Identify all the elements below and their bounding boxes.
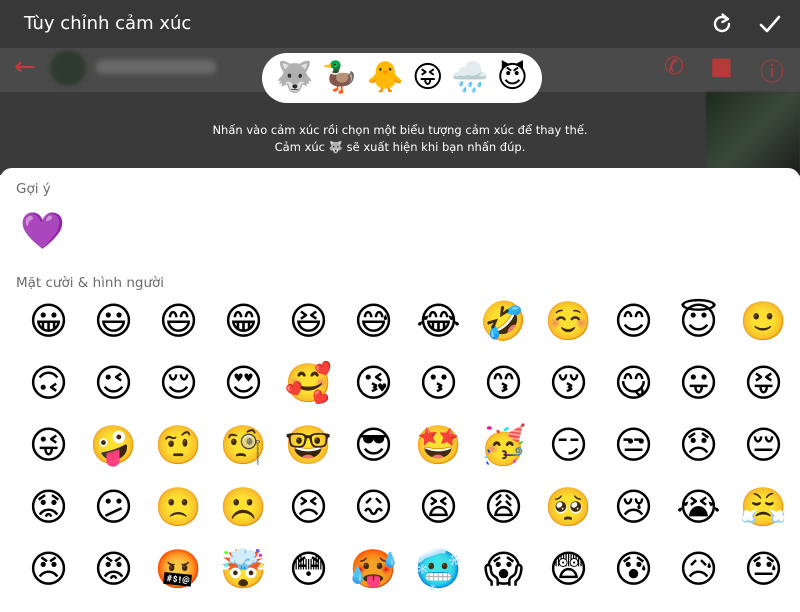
emoji-cell[interactable]: 😂 xyxy=(406,302,471,364)
emoji-cell[interactable]: 😓 xyxy=(731,550,796,612)
emoji-row: 😟 😕 🙁 ☹️ 😣 😖 😫 😩 🥺 😢 😭 😤 xyxy=(16,488,796,550)
emoji-cell[interactable]: 😩 xyxy=(471,488,536,550)
emoji-cell[interactable]: 😖 xyxy=(341,488,406,550)
contact-name-blurred xyxy=(96,60,216,74)
emoji-cell[interactable]: 😳 xyxy=(276,550,341,612)
emoji-cell[interactable]: 🙂 xyxy=(731,302,796,364)
emoji-cell[interactable]: 😏 xyxy=(536,426,601,488)
emoji-cell[interactable]: 😛 xyxy=(666,364,731,426)
emoji-cell[interactable]: 😌 xyxy=(146,364,211,426)
emoji-cell[interactable]: 😎 xyxy=(341,426,406,488)
emoji-cell[interactable]: 😜 xyxy=(16,426,81,488)
emoji-cell[interactable]: 😣 xyxy=(276,488,341,550)
emoji-cell[interactable]: 🤪 xyxy=(81,426,146,488)
emoji-row: 🙃 😉 😌 😍 🥰 😘 😗 😙 😚 😋 😛 😝 xyxy=(16,364,796,426)
emoji-cell[interactable]: 😇 xyxy=(666,302,731,364)
emoji-row: 😜 🤪 🤨 🧐 🤓 😎 🤩 🥳 😏 😒 😞 😔 xyxy=(16,426,796,488)
confirm-button[interactable] xyxy=(752,6,788,42)
emoji-grid: 😀 😃 😄 😁 😆 😅 😂 🤣 ☺️ 😊 😇 🙂 🙃 😉 😌 😍 🥰 😘 😗 😙… xyxy=(16,302,796,612)
emoji-cell[interactable]: 🤣 xyxy=(471,302,536,364)
refresh-icon xyxy=(713,13,731,33)
emoji-cell[interactable]: 😀 xyxy=(16,302,81,364)
emoji-cell[interactable]: 😥 xyxy=(666,550,731,612)
reaction-slot-4[interactable]: 😝 xyxy=(412,63,443,93)
emoji-cell[interactable]: 😆 xyxy=(276,302,341,364)
reaction-slot-1[interactable]: 🐺 xyxy=(276,63,313,93)
emoji-cell[interactable]: 😚 xyxy=(536,364,601,426)
emoji-cell[interactable]: 😒 xyxy=(601,426,666,488)
emoji-cell[interactable]: 😗 xyxy=(406,364,471,426)
emoji-cell[interactable]: 😕 xyxy=(81,488,146,550)
reaction-slot-5[interactable]: 🌧️ xyxy=(451,63,488,93)
emoji-cell[interactable]: 🥵 xyxy=(341,550,406,612)
emoji-row: 😀 😃 😄 😁 😆 😅 😂 🤣 ☺️ 😊 😇 🙂 xyxy=(16,302,796,364)
phone-icon: ✆ xyxy=(664,52,685,80)
emoji-cell[interactable]: 😤 xyxy=(731,488,796,550)
emoji-cell[interactable]: 😱 xyxy=(471,550,536,612)
video-call-icon: ■ xyxy=(710,52,733,80)
emoji-cell[interactable]: 🥺 xyxy=(536,488,601,550)
emoji-cell[interactable]: 🥶 xyxy=(406,550,471,612)
suggestions-heading: Gợi ý xyxy=(16,181,51,197)
emoji-cell[interactable]: 😅 xyxy=(341,302,406,364)
emoji-cell[interactable]: 😔 xyxy=(731,426,796,488)
emoji-cell[interactable]: 🤩 xyxy=(406,426,471,488)
emoji-cell[interactable]: 🤓 xyxy=(276,426,341,488)
reaction-slot-6[interactable]: 😈 xyxy=(497,63,528,93)
emoji-cell[interactable]: 😢 xyxy=(601,488,666,550)
emoji-cell[interactable]: 😡 xyxy=(81,550,146,612)
page-title: Tùy chỉnh cảm xúc xyxy=(24,13,192,34)
dialog-header: Tùy chỉnh cảm xúc xyxy=(0,0,800,48)
checkmark-icon xyxy=(759,15,781,33)
emoji-cell[interactable]: 😍 xyxy=(211,364,276,426)
suggested-emoji[interactable]: 💜 xyxy=(20,214,65,250)
emoji-cell[interactable]: 😝 xyxy=(731,364,796,426)
reaction-slot-2[interactable]: 🦆 xyxy=(321,63,358,93)
emoji-cell[interactable]: 🥳 xyxy=(471,426,536,488)
emoji-cell[interactable]: 😨 xyxy=(536,550,601,612)
emoji-cell[interactable]: 😠 xyxy=(16,550,81,612)
reset-button[interactable] xyxy=(704,6,740,42)
instruction-line-2: Cảm xúc 🐺 sẽ xuất hiện khi bạn nhấn đúp. xyxy=(274,140,526,154)
emoji-cell[interactable]: 😘 xyxy=(341,364,406,426)
emoji-cell[interactable]: 😫 xyxy=(406,488,471,550)
emoji-cell[interactable]: 🥰 xyxy=(276,364,341,426)
emoji-row: 😠 😡 🤬 🤯 😳 🥵 🥶 😱 😨 😰 😥 😓 xyxy=(16,550,796,612)
emoji-cell[interactable]: 😰 xyxy=(601,550,666,612)
emoji-cell[interactable]: ☺️ xyxy=(536,302,601,364)
reaction-slot-3[interactable]: 🐥 xyxy=(367,63,404,93)
reaction-bar: 🐺 🦆 🐥 😝 🌧️ 😈 xyxy=(262,53,542,103)
emoji-cell[interactable]: 😞 xyxy=(666,426,731,488)
emoji-cell[interactable]: 🤯 xyxy=(211,550,276,612)
info-icon: ⓘ xyxy=(760,58,784,86)
emoji-cell[interactable]: 😃 xyxy=(81,302,146,364)
emoji-cell[interactable]: 😁 xyxy=(211,302,276,364)
emoji-cell[interactable]: 😊 xyxy=(601,302,666,364)
back-arrow-icon: ← xyxy=(14,52,36,82)
emoji-cell[interactable]: 🙁 xyxy=(146,488,211,550)
emoji-cell[interactable]: 😟 xyxy=(16,488,81,550)
smileys-heading: Mặt cười & hình người xyxy=(16,275,165,291)
emoji-cell[interactable]: 🤬 xyxy=(146,550,211,612)
emoji-cell[interactable]: 🙃 xyxy=(16,364,81,426)
emoji-cell[interactable]: 😭 xyxy=(666,488,731,550)
emoji-cell[interactable]: 🤨 xyxy=(146,426,211,488)
instruction-line-1: Nhấn vào cảm xúc rồi chọn một biểu tượng… xyxy=(212,123,588,137)
avatar xyxy=(50,50,86,86)
instruction-text: Nhấn vào cảm xúc rồi chọn một biểu tượng… xyxy=(0,122,800,156)
emoji-cell[interactable]: 😙 xyxy=(471,364,536,426)
emoji-cell[interactable]: ☹️ xyxy=(211,488,276,550)
emoji-cell[interactable]: 😋 xyxy=(601,364,666,426)
emoji-cell[interactable]: 🧐 xyxy=(211,426,276,488)
emoji-cell[interactable]: 😉 xyxy=(81,364,146,426)
emoji-cell[interactable]: 😄 xyxy=(146,302,211,364)
